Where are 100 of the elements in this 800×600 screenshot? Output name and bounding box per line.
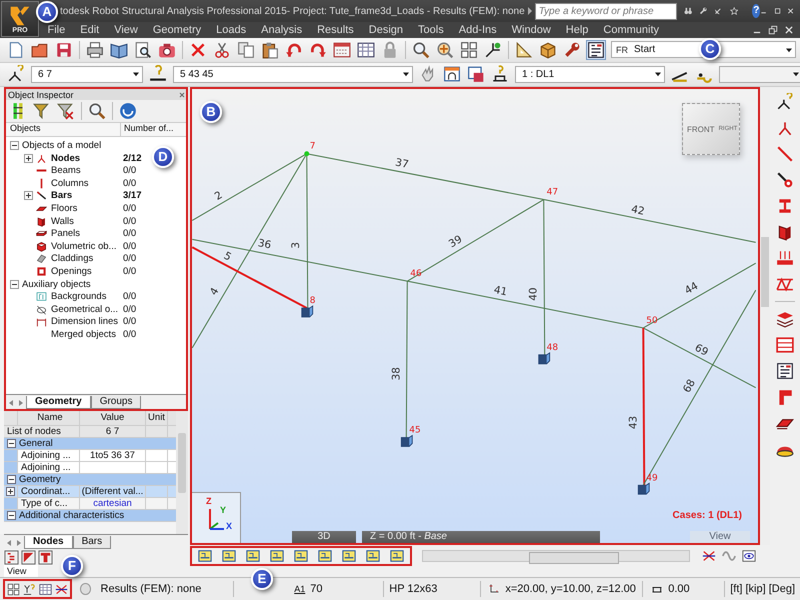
menu-item[interactable]: View — [106, 24, 146, 36]
tree-item[interactable]: Panels — [51, 228, 121, 240]
help-icon[interactable] — [119, 102, 137, 120]
menu-item[interactable]: Tools — [410, 24, 452, 36]
list-icon[interactable] — [587, 40, 605, 59]
filter-icon[interactable] — [33, 102, 51, 120]
bar-line[interactable] — [192, 154, 308, 349]
help-button[interactable]: ? — [752, 4, 760, 18]
new-file-icon[interactable] — [7, 40, 25, 59]
search-icon[interactable] — [88, 102, 106, 120]
redo-icon[interactable] — [309, 40, 327, 59]
bar-line[interactable] — [306, 154, 308, 309]
zoom-all-icon[interactable] — [436, 40, 454, 59]
property-section[interactable]: Additional characteristics — [4, 510, 176, 522]
bar-line[interactable] — [192, 246, 308, 310]
tree-item[interactable]: Beams — [51, 165, 121, 176]
collapse-icon[interactable] — [7, 510, 16, 520]
bar-line[interactable] — [306, 154, 544, 200]
property-value[interactable]: cartesian — [80, 498, 146, 509]
bar-line[interactable] — [642, 263, 756, 329]
bar-selection-field[interactable]: 5 43 45 — [173, 66, 413, 83]
bar-line[interactable] — [406, 280, 408, 438]
scrollbar-thumb[interactable] — [529, 552, 620, 564]
collapse-icon[interactable] — [10, 141, 22, 150]
book-icon[interactable] — [110, 40, 128, 59]
tree-item[interactable]: Auxiliary objects — [22, 278, 91, 290]
restore-icon[interactable] — [768, 25, 778, 35]
property-section[interactable]: Geometry — [4, 474, 176, 486]
print-preview-icon[interactable] — [134, 40, 152, 59]
menu-item[interactable]: Add-Ins — [451, 24, 504, 36]
tree-item[interactable]: Walls — [51, 216, 121, 227]
tree-item[interactable]: Openings — [51, 266, 121, 278]
menu-item[interactable]: Edit — [72, 24, 107, 36]
property-value[interactable]: (Different val... — [80, 486, 146, 497]
collapse-icon[interactable] — [7, 474, 16, 484]
crossed-lines-icon[interactable] — [700, 549, 718, 564]
tree-item[interactable]: Volumetric ob... — [51, 240, 121, 252]
scrollbar[interactable] — [422, 550, 690, 562]
bar-line[interactable] — [406, 199, 544, 282]
crossed-lines-icon[interactable] — [55, 582, 68, 596]
grid-icon[interactable] — [460, 40, 478, 59]
star-icon[interactable] — [730, 4, 738, 18]
node-connect-icon[interactable] — [484, 40, 502, 59]
load-query-icon[interactable] — [491, 65, 509, 84]
bar-line[interactable] — [543, 199, 546, 356]
bar-query-icon[interactable] — [149, 65, 167, 84]
menu-item[interactable]: Geometry — [145, 24, 209, 36]
calculator-icon[interactable] — [333, 40, 351, 59]
tree-item[interactable]: Objects of a model — [22, 140, 102, 152]
collapse-icon[interactable] — [10, 280, 22, 289]
close-icon[interactable] — [178, 90, 186, 99]
cut-icon[interactable] — [213, 40, 231, 59]
panel-tab[interactable]: Bars — [72, 536, 112, 550]
node-selection-field[interactable]: 6 7 — [31, 66, 143, 83]
property-section[interactable]: General — [4, 438, 176, 450]
collapse-icon[interactable] — [7, 438, 16, 448]
view-tab[interactable]: 3D — [292, 531, 356, 544]
bar-line[interactable] — [192, 239, 408, 282]
expand-icon[interactable] — [24, 154, 36, 163]
list-icon[interactable] — [776, 362, 794, 380]
triangle-icon[interactable] — [21, 550, 36, 565]
frame-icon[interactable] — [7, 582, 20, 596]
expand-icon[interactable] — [6, 486, 15, 496]
eye-icon[interactable] — [740, 549, 758, 564]
search-field[interactable]: Type a keyword or phrase — [534, 2, 677, 20]
window-icon[interactable] — [443, 65, 461, 84]
delete-icon[interactable] — [189, 40, 207, 59]
property-value[interactable]: 1to5 36 37 — [80, 450, 146, 461]
release-icon[interactable] — [776, 171, 794, 190]
panel-tab[interactable]: Geometry — [26, 396, 91, 409]
tree-item[interactable]: Bars — [51, 190, 121, 202]
tree-item[interactable]: Backgrounds — [51, 291, 121, 302]
grid-icon[interactable] — [39, 582, 52, 596]
bar-line[interactable] — [192, 154, 308, 222]
clear-filter-icon[interactable] — [57, 102, 75, 120]
scrollbar[interactable] — [176, 410, 188, 534]
layers-icon[interactable] — [776, 310, 794, 328]
table-icon[interactable] — [357, 40, 375, 59]
wrench-icon[interactable] — [563, 40, 581, 59]
tree-item[interactable]: Nodes — [51, 152, 121, 164]
undo-icon[interactable] — [285, 40, 303, 59]
copy-icon[interactable] — [237, 40, 255, 59]
menu-item[interactable]: Help — [558, 24, 596, 36]
work-plane-field[interactable]: Z = 0.00 ft - Base — [362, 531, 600, 544]
menu-item[interactable]: Loads — [208, 24, 254, 36]
menu-item[interactable]: Analysis — [254, 24, 310, 36]
tree-item[interactable]: Dimension lines — [51, 316, 121, 328]
y-query-icon[interactable] — [23, 582, 36, 596]
tree-item[interactable]: Columns — [51, 178, 121, 189]
panel-tab[interactable]: Groups — [90, 396, 142, 409]
radio-icon[interactable] — [80, 583, 91, 596]
truss-icon[interactable] — [776, 275, 794, 294]
tree-item[interactable]: Floors — [51, 203, 121, 214]
property-value[interactable]: 6 7 — [80, 426, 146, 437]
bar-line[interactable] — [406, 280, 644, 329]
paste-icon[interactable] — [261, 40, 279, 59]
selected-node-dot[interactable] — [304, 152, 310, 157]
bar-icon[interactable] — [776, 145, 794, 164]
zoom-icon[interactable] — [412, 40, 430, 59]
scrollbar-thumb[interactable] — [178, 432, 186, 493]
